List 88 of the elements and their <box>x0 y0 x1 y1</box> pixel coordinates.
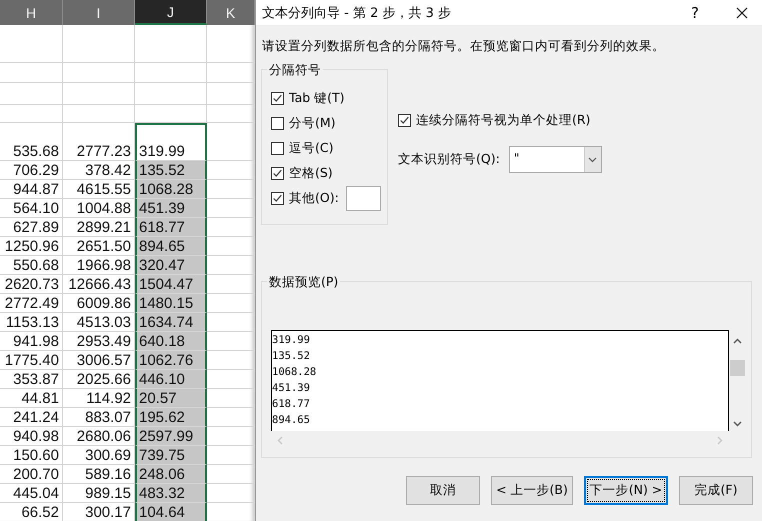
table-cell: 248.06 <box>135 465 207 484</box>
table-cell: 1480.15 <box>135 294 207 313</box>
empty-cell <box>135 25 207 63</box>
table-cell: 150.60 <box>0 446 63 465</box>
checkbox[interactable] <box>398 114 411 126</box>
table-cell: 894.65 <box>135 237 207 256</box>
table-cell: 2620.73 <box>0 275 63 294</box>
empty-cell <box>63 83 135 105</box>
checkbox[interactable] <box>271 166 284 180</box>
preview-line: 618.77 <box>272 397 311 412</box>
close-icon[interactable] <box>736 6 748 18</box>
table-cell: 944.87 <box>0 180 63 199</box>
table-cell: 564.10 <box>0 199 63 218</box>
checkbox-label[interactable]: 连续分隔符号视为单个处理(R) <box>416 112 590 128</box>
empty-cell <box>135 63 207 83</box>
empty-cell <box>63 105 135 123</box>
input-field[interactable] <box>346 186 381 210</box>
table-cell: 2772.49 <box>0 294 63 313</box>
chevron-down-icon <box>588 156 598 162</box>
table-cell: 446.10 <box>135 370 207 389</box>
table-cell: 940.98 <box>0 427 63 446</box>
empty-cell <box>63 25 135 63</box>
table-cell: 353.87 <box>0 370 63 389</box>
table-cell: 550.68 <box>0 256 63 275</box>
instruction-text: 请设置分列数据所包含的分隔符号。在预览窗口内可看到分列的效果。 <box>262 38 666 55</box>
checkbox[interactable] <box>271 192 284 204</box>
table-cell: 941.98 <box>0 332 63 351</box>
checkbox-label[interactable]: 空格(S) <box>289 164 333 182</box>
checkbox[interactable] <box>271 116 284 130</box>
table-cell: 320.47 <box>135 256 207 275</box>
table-cell: 241.24 <box>0 408 63 427</box>
help-button[interactable]: ? <box>680 4 710 22</box>
checkbox[interactable] <box>271 142 284 154</box>
table-cell: 1775.40 <box>0 351 63 370</box>
scroll-up-icon[interactable] <box>733 338 742 344</box>
table-cell: 1504.47 <box>135 275 207 294</box>
table-cell: 44.81 <box>0 389 63 408</box>
checkbox-label[interactable]: 其他(O): <box>289 190 339 206</box>
table-cell: 706.29 <box>0 161 63 180</box>
empty-cell <box>135 83 207 105</box>
table-cell: 195.62 <box>135 408 207 427</box>
table-cell: 1153.13 <box>0 313 63 332</box>
table-cell: 640.18 <box>135 332 207 351</box>
dialog-button[interactable]: 下一步(N) > <box>584 476 668 505</box>
table-cell: 483.32 <box>135 484 207 503</box>
checkbox-label[interactable]: 逗号(C) <box>289 140 334 156</box>
table-cell: 1068.28 <box>135 180 207 199</box>
table-cell: 200.70 <box>0 465 63 484</box>
table-cell: 451.39 <box>135 199 207 218</box>
table-cell: 20.57 <box>135 389 207 408</box>
empty-cell <box>63 63 135 83</box>
scroll-down-icon[interactable] <box>733 421 742 427</box>
table-cell: 66.52 <box>0 503 63 521</box>
dialog-button[interactable]: < 上一步(B) <box>491 476 573 505</box>
empty-cell <box>0 25 63 63</box>
checkbox[interactable] <box>271 92 284 104</box>
window-title: 文本分列向导 - 第 2 步，共 3 步 <box>262 4 452 22</box>
table-cell: 618.77 <box>135 218 207 237</box>
dialog-button[interactable]: 完成(F) <box>679 476 753 505</box>
preview-line: 135.52 <box>272 349 311 364</box>
preview-line: 451.39 <box>272 381 311 396</box>
scrollbar-thumb[interactable] <box>730 360 745 376</box>
empty-cell <box>0 83 63 105</box>
table-cell: 1250.96 <box>0 237 63 256</box>
column-header[interactable]: J <box>135 0 207 25</box>
preview-line: 1068.28 <box>272 365 318 380</box>
group-label: 分隔符号 <box>267 62 323 79</box>
table-cell: 2597.99 <box>135 427 207 446</box>
table-cell: 627.89 <box>0 218 63 237</box>
table-cell: 319.99 <box>135 123 207 161</box>
empty-cell <box>0 63 63 83</box>
table-cell: 1062.76 <box>135 351 207 370</box>
field-label: 文本识别符号(Q): <box>398 151 500 168</box>
table-cell: 135.52 <box>135 161 207 180</box>
preview-line: 894.65 <box>272 413 311 428</box>
empty-cell <box>0 105 63 123</box>
preview-line: 319.99 <box>272 333 311 348</box>
table-cell: 1634.74 <box>135 313 207 332</box>
group-label: 数据预览(P) <box>267 274 340 291</box>
table-cell: 445.04 <box>0 484 63 503</box>
dialog-button[interactable]: 取消 <box>406 476 480 505</box>
table-cell: 104.64 <box>135 503 207 521</box>
qualifier-dropdown[interactable]: " <box>508 146 602 173</box>
checkbox-label[interactable]: 分号(M) <box>289 114 336 132</box>
column-header[interactable]: H <box>0 0 63 25</box>
checkbox-label[interactable]: Tab 键(T) <box>289 90 345 106</box>
table-cell: 535.68 <box>0 123 63 161</box>
table-cell: 739.75 <box>135 446 207 465</box>
